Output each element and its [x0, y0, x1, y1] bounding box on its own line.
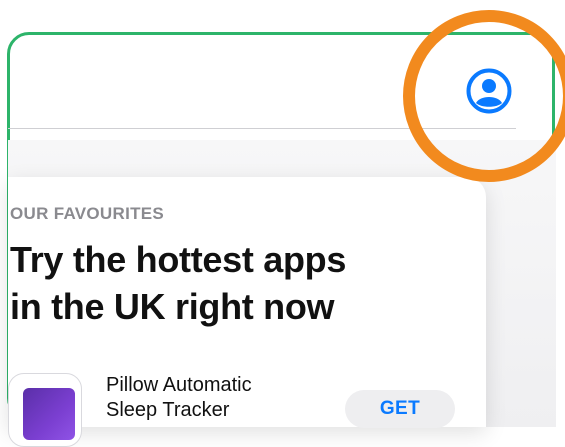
- app-icon[interactable]: [8, 373, 82, 447]
- get-button[interactable]: GET: [345, 390, 455, 428]
- headline-line-1: Try the hottest apps: [10, 239, 347, 280]
- annotation-highlight-circle: [403, 10, 565, 182]
- card-eyebrow: OUR FAVOURITES: [10, 204, 165, 223]
- card-headline: Try the hottest apps in the UK right now: [10, 236, 470, 330]
- app-name[interactable]: Pillow Automatic Sleep Tracker: [106, 373, 252, 423]
- headline-line-2: in the UK right now: [10, 286, 335, 327]
- pillow-app-icon: [23, 388, 75, 440]
- app-name-line-2: Sleep Tracker: [106, 399, 230, 421]
- app-name-line-1: Pillow Automatic: [106, 374, 252, 396]
